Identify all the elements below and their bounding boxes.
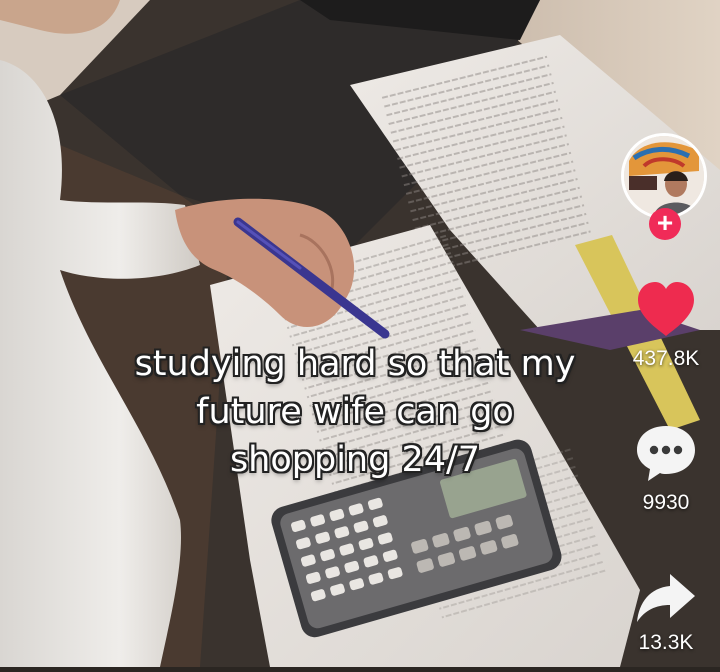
profile-avatar-icon	[624, 136, 704, 216]
share-arrow-icon	[637, 574, 695, 622]
like-button[interactable]: 437.8K	[620, 280, 712, 371]
caption-line-3: shopping 24/7	[229, 440, 481, 480]
follow-button[interactable]: +	[649, 208, 681, 240]
like-count: 437.8K	[632, 347, 700, 370]
video-background	[0, 0, 720, 667]
comment-bubble-icon	[637, 426, 695, 481]
comment-count: 9930	[642, 491, 690, 514]
share-button[interactable]: 13.3K	[620, 570, 712, 655]
heart-icon	[638, 282, 694, 336]
comment-button[interactable]: 9930	[620, 422, 712, 515]
creator-profile[interactable]: +	[621, 133, 707, 240]
share-count: 13.3K	[638, 631, 694, 654]
caption-line-2: future wife can go	[196, 392, 514, 432]
video-frame[interactable]	[0, 0, 720, 667]
caption-line-1: studying hard so that my	[134, 344, 576, 384]
video-caption: studying hard so that my future wife can…	[95, 340, 615, 484]
